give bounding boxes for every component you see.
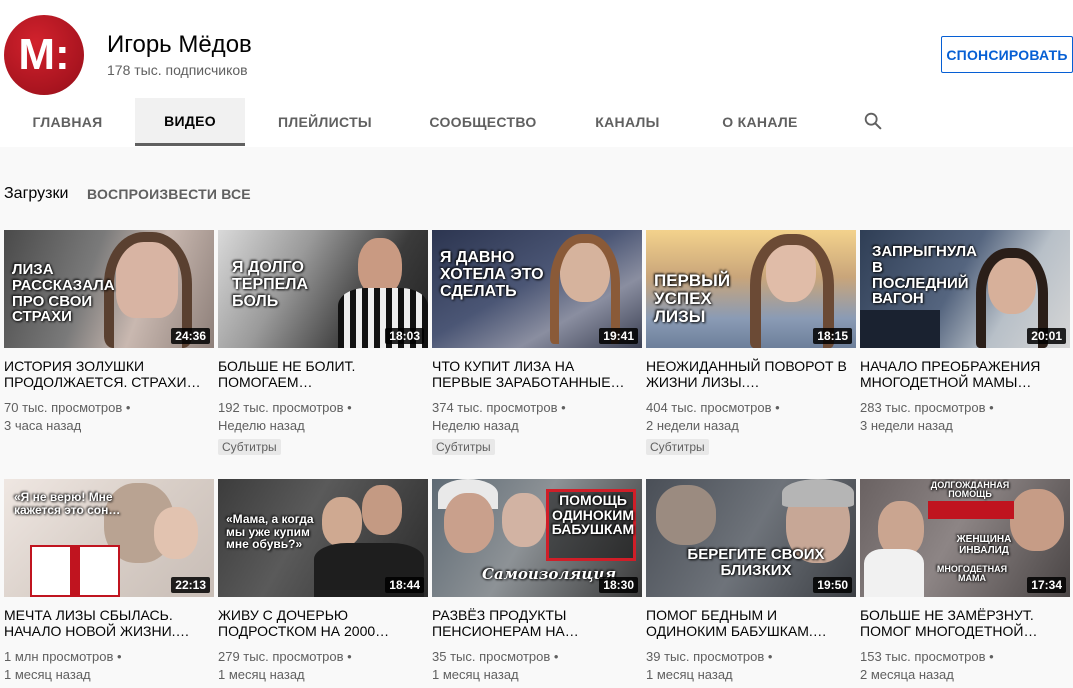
video-thumbnail[interactable]: ПОМОЩЬ ОДИНОКИМ БАБУШКАМ Самоизоляция 18… — [432, 479, 642, 597]
thumbnail-text: Я ДАВНО ХОТЕЛА ЭТО СДЕЛАТЬ — [440, 249, 544, 300]
video-thumbnail[interactable]: Я ДАВНО ХОТЕЛА ЭТО СДЕЛАТЬ 19:41 — [432, 230, 642, 348]
video-duration: 24:36 — [171, 328, 210, 344]
search-icon[interactable] — [862, 110, 884, 132]
video-duration: 22:13 — [171, 577, 210, 593]
video-date: 2 недели назад — [646, 418, 739, 433]
video-date: 1 месяц назад — [4, 667, 91, 682]
video-date: Неделю назад — [432, 418, 519, 433]
channel-name: Игорь Мёдов — [107, 31, 252, 58]
channel-header: M: Игорь Мёдов 178 тыс. подписчиков СПОН… — [0, 0, 1073, 147]
subtitles-badge: Субтитры — [646, 439, 709, 455]
subtitles-badge: Субтитры — [432, 439, 495, 455]
subscriber-count: 178 тыс. подписчиков — [107, 62, 248, 78]
section-title: Загрузки — [4, 185, 69, 202]
thumbnail-kicker: ДОЛГОЖДАННАЯ ПОМОЩЬ — [930, 480, 1010, 500]
video-views: 70 тыс. просмотров • — [4, 400, 131, 415]
video-duration: 19:41 — [599, 328, 638, 344]
thumbnail-subtext: ЖЕНЩИНА ИНВАЛИД — [956, 534, 1012, 556]
video-thumbnail[interactable]: БЕРЕГИТЕ СВОИХ БЛИЗКИХ 19:50 — [646, 479, 856, 597]
avatar-letters: M: — [18, 30, 69, 79]
tab-home[interactable]: ГЛАВНАЯ — [0, 98, 135, 146]
video-thumbnail[interactable]: «Мама, а когда мы уже купим мне обувь?» … — [218, 479, 428, 597]
play-all-button[interactable]: ВОСПРОИЗВЕСТИ ВСЕ — [87, 186, 251, 202]
video-views: 35 тыс. просмотров • — [432, 649, 559, 664]
thumbnail-text: «Я не верю! Мне кажется это сон… — [14, 490, 121, 517]
video-views: 1 млн просмотров • — [4, 649, 122, 664]
video-duration: 20:01 — [1027, 328, 1066, 344]
video-views: 283 тыс. просмотров • — [860, 400, 994, 415]
video-thumbnail[interactable]: ЛИЗА РАССКАЗАЛА ПРО СВОИ СТРАХИ 24:36 — [4, 230, 214, 348]
tab-about[interactable]: О КАНАЛЕ — [703, 98, 817, 146]
video-views: 374 тыс. просмотров • — [432, 400, 566, 415]
video-views: 279 тыс. просмотров • — [218, 649, 352, 664]
video-title[interactable]: ИСТОРИЯ ЗОЛУШКИ ПРОДОЛЖАЕТСЯ. СТРАХИ… — [4, 358, 209, 390]
video-thumbnail[interactable]: ПЕРВЫЙ УСПЕХ ЛИЗЫ 18:15 — [646, 230, 856, 348]
video-duration: 18:30 — [599, 577, 638, 593]
video-date: 1 месяц назад — [646, 667, 733, 682]
video-thumbnail[interactable]: ЗАПРЫГНУЛА В ПОСЛЕДНИЙ ВАГОН 20:01 — [860, 230, 1070, 348]
video-date: 2 месяца назад — [860, 667, 954, 682]
thumbnail-text: БЕРЕГИТЕ СВОИХ БЛИЗКИХ — [687, 546, 825, 579]
video-title[interactable]: БОЛЬШЕ НЕ БОЛИТ. ПОМОГАЕМ… — [218, 358, 423, 390]
avatar-logo-icon: M: — [18, 30, 69, 79]
video-duration: 18:03 — [385, 328, 424, 344]
video-thumbnail[interactable]: «Я не верю! Мне кажется это сон… 22:13 — [4, 479, 214, 597]
tab-channels[interactable]: КАНАЛЫ — [575, 98, 680, 146]
video-thumbnail[interactable]: Я ДОЛГО ТЕРПЕЛА БОЛЬ 18:03 — [218, 230, 428, 348]
thumbnail-subtext: МНОГОДЕТНАЯ МАМА — [936, 564, 1008, 584]
video-date: 3 часа назад — [4, 418, 82, 433]
video-duration: 18:44 — [385, 577, 424, 593]
tab-videos[interactable]: ВИДЕО — [135, 98, 245, 146]
video-thumbnail[interactable]: ДОЛГОЖДАННАЯ ПОМОЩЬ ЖЕНЩИНА ИНВАЛИД МНОГ… — [860, 479, 1070, 597]
thumbnail-subtext: Самоизоляция — [482, 565, 617, 583]
video-date: 1 месяц назад — [432, 667, 519, 682]
video-duration: 17:34 — [1027, 577, 1066, 593]
video-date: 1 месяц назад — [218, 667, 305, 682]
video-title[interactable]: ЧТО КУПИТ ЛИЗА НА ПЕРВЫЕ ЗАРАБОТАННЫЕ… — [432, 358, 637, 390]
video-title[interactable]: БОЛЬШЕ НЕ ЗАМЁРЗНУТ. ПОМОГ МНОГОДЕТНОЙ… — [860, 607, 1065, 639]
video-views: 192 тыс. просмотров • — [218, 400, 352, 415]
thumbnail-text: ПЕРВЫЙ УСПЕХ ЛИЗЫ — [654, 271, 731, 326]
thumbnail-text: «Мама, а когда мы уже купим мне обувь?» — [226, 512, 314, 552]
tab-community[interactable]: СООБЩЕСТВО — [414, 98, 552, 146]
tab-playlists[interactable]: ПЛЕЙЛИСТЫ — [258, 98, 392, 146]
thumbnail-text: ЗАПРЫГНУЛА В ПОСЛЕДНИЙ ВАГОН — [872, 243, 977, 308]
video-date: 3 недели назад — [860, 418, 953, 433]
video-views: 404 тыс. просмотров • — [646, 400, 780, 415]
sponsor-button[interactable]: СПОНСИРОВАТЬ — [941, 36, 1073, 73]
video-title[interactable]: НАЧАЛО ПРЕОБРАЖЕНИЯ МНОГОДЕТНОЙ МАМЫ… — [860, 358, 1065, 390]
video-title[interactable]: НЕОЖИДАННЫЙ ПОВОРОТ В ЖИЗНИ ЛИЗЫ.… — [646, 358, 851, 390]
thumbnail-text: ПОМОЩЬ ОДИНОКИМ БАБУШКАМ — [551, 492, 635, 538]
video-duration: 18:15 — [813, 328, 852, 344]
video-title[interactable]: РАЗВЁЗ ПРОДУКТЫ ПЕНСИОНЕРАМ НА… — [432, 607, 637, 639]
video-title[interactable]: ПОМОГ БЕДНЫМ И ОДИНОКИМ БАБУШКАМ.… — [646, 607, 851, 639]
channel-avatar[interactable]: M: — [4, 15, 84, 95]
video-views: 39 тыс. просмотров • — [646, 649, 773, 664]
video-date: Неделю назад — [218, 418, 305, 433]
video-views: 153 тыс. просмотров • — [860, 649, 994, 664]
thumbnail-text: ЛИЗА РАССКАЗАЛА ПРО СВОИ СТРАХИ — [12, 261, 115, 326]
video-duration: 19:50 — [813, 577, 852, 593]
video-title[interactable]: МЕЧТА ЛИЗЫ СБЫЛАСЬ. НАЧАЛО НОВОЙ ЖИЗНИ.… — [4, 607, 209, 639]
subtitles-badge: Субтитры — [218, 439, 281, 455]
thumbnail-text: Я ДОЛГО ТЕРПЕЛА БОЛЬ — [232, 259, 309, 310]
video-title[interactable]: ЖИВУ С ДОЧЕРЬЮ ПОДРОСТКОМ НА 2000… — [218, 607, 423, 639]
